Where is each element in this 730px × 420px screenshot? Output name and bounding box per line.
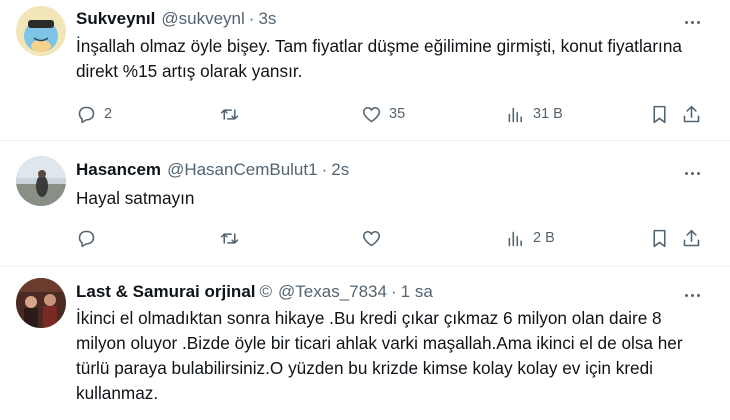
retweet-button[interactable] bbox=[219, 226, 247, 250]
avatar[interactable] bbox=[16, 6, 66, 56]
reply-button[interactable]: 2 bbox=[76, 102, 112, 126]
share-button[interactable] bbox=[681, 102, 702, 126]
tweet[interactable]: Last & Samurai orjinal © @Texas_7834 · 1… bbox=[0, 267, 730, 420]
user-handle[interactable]: @HasanCemBulut1 bbox=[167, 160, 318, 180]
tweet-text: İkinci el olmadıktan sonra hikaye .Bu kr… bbox=[76, 308, 683, 403]
action-bar: 2 35 31 B bbox=[76, 102, 716, 126]
tweet-header: Sukveynıl @sukveynl · 3s bbox=[76, 9, 660, 29]
timestamp[interactable]: 3s bbox=[258, 9, 276, 29]
separator-dot: · bbox=[248, 9, 255, 28]
display-name[interactable]: Hasancem bbox=[76, 160, 161, 180]
timestamp[interactable]: 2s bbox=[331, 160, 349, 180]
like-button[interactable]: 35 bbox=[361, 102, 405, 126]
views-count: 31 B bbox=[533, 106, 563, 122]
bookmark-icon bbox=[653, 229, 666, 247]
bookmark-icon bbox=[653, 105, 666, 123]
tweet-text: Hayal satmayın bbox=[76, 188, 195, 208]
avatar[interactable] bbox=[16, 278, 66, 328]
views-icon bbox=[508, 231, 522, 246]
retweet-button[interactable] bbox=[219, 102, 247, 126]
share-icon bbox=[683, 229, 700, 246]
views-button[interactable]: 31 B bbox=[505, 102, 563, 126]
more-icon[interactable] bbox=[680, 285, 704, 305]
user-handle[interactable]: @Texas_7834 bbox=[278, 282, 387, 302]
avatar[interactable] bbox=[16, 156, 66, 206]
tweet-text: İnşallah olmaz öyle bişey. Tam fiyatlar … bbox=[76, 36, 682, 81]
tweet[interactable]: Hasancem @HasanCemBulut1 · 2s Hayal satm… bbox=[0, 141, 730, 267]
timestamp[interactable]: 1 sa bbox=[401, 282, 433, 302]
reply-count: 2 bbox=[104, 106, 113, 122]
bookmark-button[interactable] bbox=[649, 102, 670, 126]
reply-button[interactable] bbox=[76, 226, 104, 250]
action-bar: 2 B bbox=[76, 226, 716, 250]
name-badge: © bbox=[259, 282, 273, 301]
views-icon bbox=[508, 107, 522, 122]
more-icon[interactable] bbox=[680, 12, 704, 32]
like-icon bbox=[362, 106, 381, 122]
user-handle[interactable]: @sukveynl bbox=[161, 9, 244, 29]
more-icon[interactable] bbox=[680, 163, 704, 183]
views-count: 2 B bbox=[533, 230, 555, 246]
tweet[interactable]: Sukveynıl @sukveynl · 3s İnşallah olmaz … bbox=[0, 0, 730, 141]
tweet-header: Hasancem @HasanCemBulut1 · 2s bbox=[76, 160, 660, 180]
bookmark-button[interactable] bbox=[649, 226, 670, 250]
retweet-icon bbox=[220, 232, 239, 244]
tweet-header: Last & Samurai orjinal © @Texas_7834 · 1… bbox=[76, 282, 660, 302]
views-button[interactable]: 2 B bbox=[505, 226, 555, 250]
like-icon bbox=[362, 230, 381, 246]
separator-dot: · bbox=[321, 160, 328, 179]
share-icon bbox=[683, 105, 700, 122]
separator-dot: · bbox=[390, 282, 397, 301]
reply-icon bbox=[78, 230, 95, 247]
like-count: 35 bbox=[389, 106, 406, 122]
like-button[interactable] bbox=[361, 226, 389, 250]
display-name[interactable]: Last & Samurai orjinal bbox=[76, 282, 256, 302]
retweet-icon bbox=[220, 108, 239, 120]
display-name[interactable]: Sukveynıl bbox=[76, 9, 155, 29]
share-button[interactable] bbox=[681, 226, 702, 250]
reply-icon bbox=[78, 106, 95, 123]
